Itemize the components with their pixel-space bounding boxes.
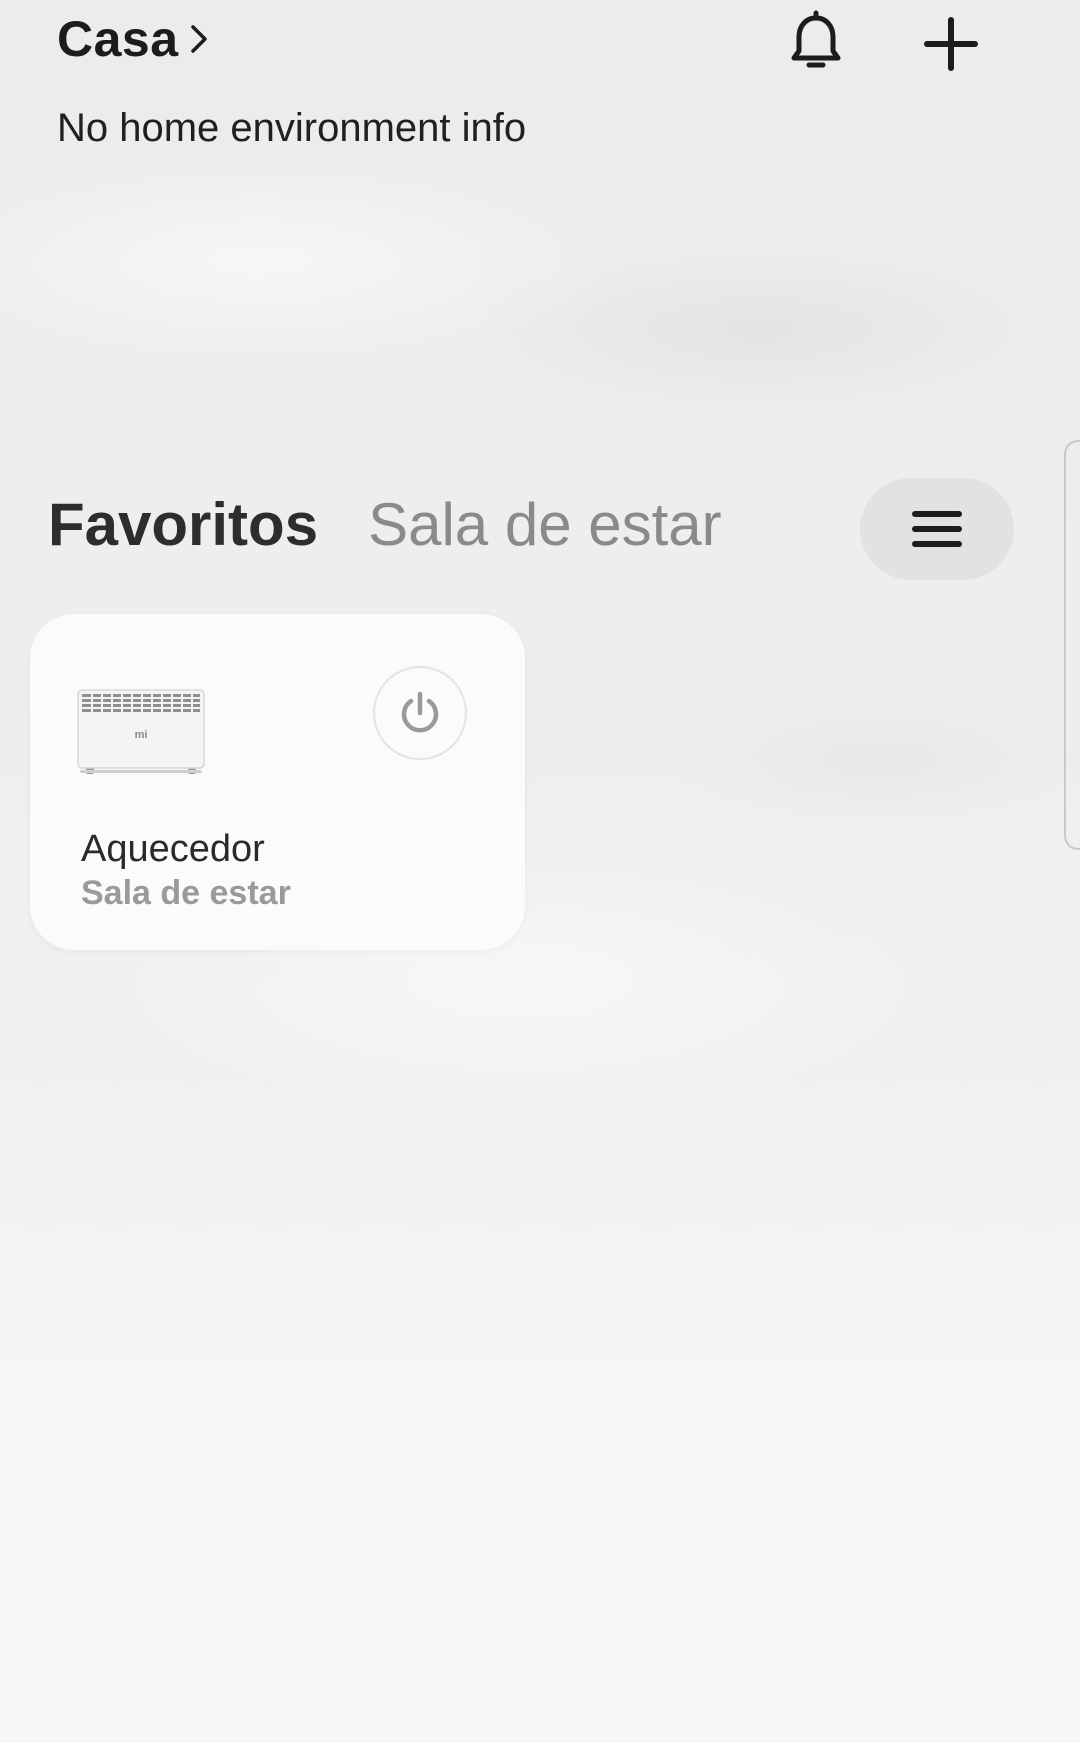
svg-text:mi: mi — [135, 729, 148, 741]
add-device-button[interactable] — [917, 10, 985, 78]
hamburger-icon — [912, 511, 962, 547]
notifications-button[interactable] — [783, 10, 849, 76]
bell-icon — [791, 10, 841, 68]
home-selector[interactable]: Casa — [57, 10, 211, 68]
device-name: Aquecedor — [81, 828, 265, 870]
tab-sala-de-estar[interactable]: Sala de estar — [368, 490, 722, 559]
power-icon — [401, 691, 439, 733]
room-menu-button[interactable] — [860, 478, 1014, 580]
plus-icon — [924, 17, 978, 71]
home-name: Casa — [57, 11, 179, 67]
side-panel-handle[interactable] — [1064, 440, 1080, 850]
heater-device-image: mi — [77, 689, 205, 774]
chevron-right-icon — [190, 25, 207, 53]
device-room: Sala de estar — [81, 874, 291, 912]
device-card[interactable]: mi Aquecedor Sala de estar — [30, 614, 525, 950]
power-button[interactable] — [373, 666, 467, 760]
tab-favoritos[interactable]: Favoritos — [48, 490, 318, 559]
room-tabs: Favoritos Sala de estar — [48, 490, 722, 559]
environment-info: No home environment info — [57, 106, 527, 150]
